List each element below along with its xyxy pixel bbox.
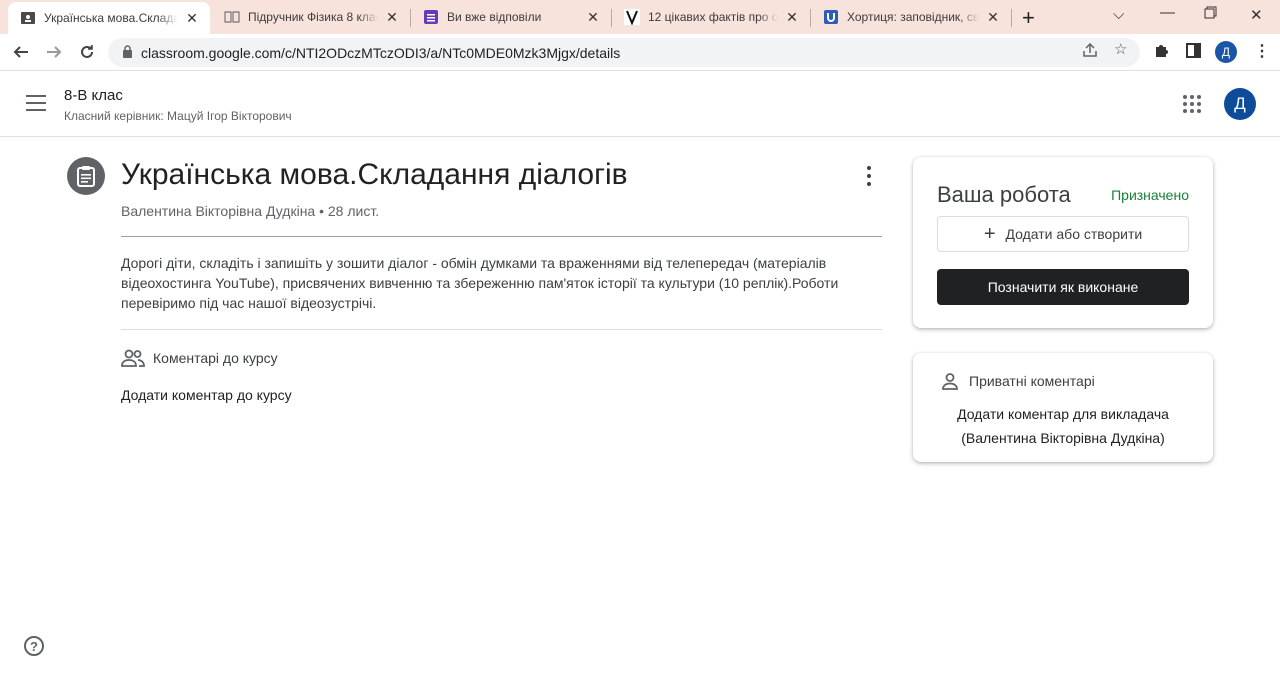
reload-icon[interactable] bbox=[77, 42, 97, 62]
mark-as-done-button[interactable]: Позначити як виконане bbox=[937, 269, 1189, 305]
close-icon[interactable]: ✕ bbox=[784, 9, 800, 26]
course-comments-label: Коментарі до курсу bbox=[153, 350, 278, 366]
close-icon[interactable]: ✕ bbox=[585, 9, 601, 26]
forward-arrow-icon[interactable] bbox=[44, 42, 64, 62]
people-icon bbox=[121, 348, 145, 368]
classroom-header: 8-В клас Класний керівник: Мацуй Ігор Ві… bbox=[0, 71, 1280, 137]
address-bar[interactable]: classroom.google.com/c/NTI2ODczMTczODI3/… bbox=[108, 38, 1140, 67]
restore-icon[interactable] bbox=[1204, 6, 1217, 23]
google-apps-icon[interactable] bbox=[1183, 95, 1201, 113]
course-comments-header: Коментарі до курсу bbox=[121, 348, 278, 368]
bookmark-star-icon[interactable]: ☆ bbox=[1114, 40, 1127, 58]
browser-menu-kebab-icon[interactable]: ⋮ bbox=[1254, 41, 1270, 61]
add-or-create-label: Додати або створити bbox=[1005, 226, 1143, 242]
v-icon bbox=[624, 9, 640, 25]
browser-tab[interactable]: 12 цікавих фактів про ос ✕ bbox=[612, 0, 810, 34]
tab-title: Українська мова.Складан bbox=[44, 11, 178, 25]
tab-divider bbox=[1011, 9, 1012, 27]
class-teacher: Класний керівник: Мацуй Ігор Вікторович bbox=[64, 109, 292, 123]
close-icon[interactable]: ✕ bbox=[384, 9, 400, 26]
private-comments-header: Приватні коментарі bbox=[941, 372, 1095, 390]
minimize-icon[interactable]: — bbox=[1160, 4, 1175, 21]
browser-tab-active[interactable]: Українська мова.Складан ✕ bbox=[8, 2, 210, 34]
your-work-title: Ваша робота bbox=[937, 182, 1071, 207]
close-icon[interactable]: ✕ bbox=[184, 10, 200, 27]
back-arrow-icon[interactable] bbox=[11, 42, 31, 62]
private-comments-card: Приватні коментарі Додати коментар для в… bbox=[913, 353, 1213, 462]
url-text: classroom.google.com/c/NTI2ODczMTczODI3/… bbox=[141, 44, 621, 61]
help-icon[interactable]: ? bbox=[24, 636, 44, 656]
tab-title: Підручник Фізика 8 клас bbox=[248, 10, 378, 24]
lock-icon bbox=[122, 44, 133, 61]
status-badge: Призначено bbox=[1111, 187, 1189, 203]
browser-tab[interactable]: Ви вже відповіли ✕ bbox=[411, 0, 611, 34]
tab-title: 12 цікавих фактів про ос bbox=[648, 10, 778, 24]
browser-toolbar: classroom.google.com/c/NTI2ODczMTczODI3/… bbox=[0, 34, 1280, 71]
forms-icon bbox=[423, 9, 439, 25]
site-icon bbox=[823, 9, 839, 25]
your-work-card: Ваша робота Призначено + Додати або ство… bbox=[913, 157, 1213, 328]
more-options-icon[interactable] bbox=[862, 166, 876, 186]
assignment-title: Українська мова.Складання діалогів bbox=[121, 158, 628, 191]
hamburger-menu-icon[interactable] bbox=[26, 95, 46, 111]
extensions-puzzle-icon[interactable] bbox=[1153, 43, 1169, 64]
browser-tab[interactable]: Хортиця: заповідник, сва ✕ bbox=[811, 0, 1011, 34]
tab-search-chevron-icon[interactable]: ⌵ bbox=[1113, 6, 1124, 23]
close-icon[interactable]: ✕ bbox=[985, 9, 1001, 26]
add-private-comment-link[interactable]: Додати коментар для викладача (Валентина… bbox=[913, 402, 1213, 450]
add-or-create-button[interactable]: + Додати або створити bbox=[937, 216, 1189, 252]
person-icon bbox=[941, 372, 959, 390]
add-private-comment-line2: (Валентина Вікторівна Дудкіна) bbox=[961, 430, 1165, 446]
window-close-icon[interactable]: ✕ bbox=[1250, 6, 1263, 24]
class-name[interactable]: 8-В клас bbox=[64, 87, 123, 104]
side-panel-icon[interactable] bbox=[1186, 43, 1201, 63]
account-avatar[interactable]: Д bbox=[1224, 88, 1256, 120]
plus-icon: + bbox=[983, 223, 996, 245]
assignment-description: Дорогі діти, складіть і запишіть у зошит… bbox=[121, 255, 839, 311]
divider bbox=[121, 236, 882, 237]
share-icon[interactable] bbox=[1082, 42, 1098, 62]
browser-profile-avatar[interactable]: Д bbox=[1215, 41, 1237, 63]
tab-title: Ви вже відповіли bbox=[447, 10, 542, 24]
new-tab-plus-icon[interactable]: + bbox=[1022, 5, 1035, 31]
browser-tab-strip: Українська мова.Складан ✕ Підручник Фізи… bbox=[0, 0, 1280, 34]
add-course-comment-link[interactable]: Додати коментар до курсу bbox=[121, 387, 292, 403]
private-comments-label: Приватні коментарі bbox=[969, 373, 1095, 389]
classroom-icon bbox=[20, 10, 36, 26]
assignment-meta: Валентина Вікторівна Дудкіна • 28 лист. bbox=[121, 203, 380, 219]
browser-tab[interactable]: Підручник Фізика 8 клас ✕ bbox=[212, 0, 410, 34]
divider bbox=[121, 329, 882, 330]
book-icon bbox=[224, 9, 240, 25]
add-private-comment-line1: Додати коментар для викладача bbox=[957, 406, 1169, 422]
tab-title: Хортиця: заповідник, сва bbox=[847, 10, 979, 24]
assignment-icon bbox=[67, 157, 105, 195]
